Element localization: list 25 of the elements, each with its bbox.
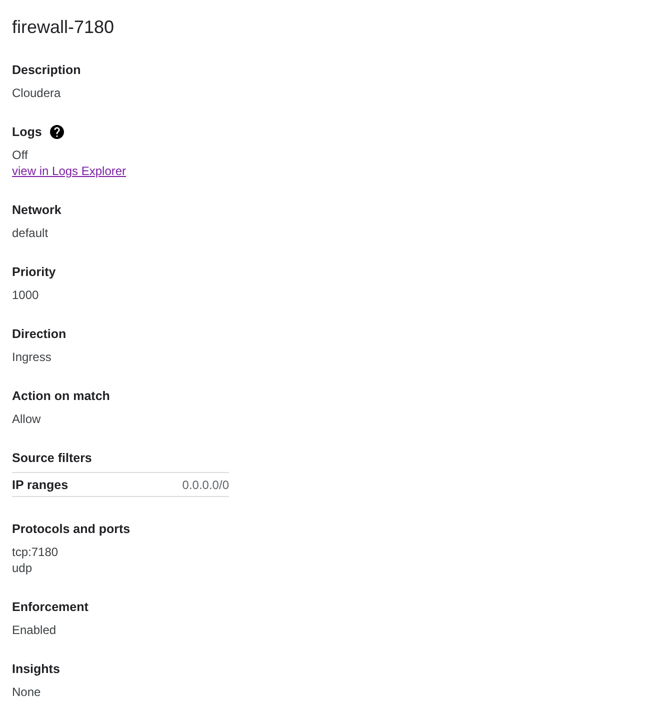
field-label: Priority bbox=[12, 264, 56, 281]
field-value: Cloudera bbox=[12, 85, 61, 101]
field-label: Action on match bbox=[12, 388, 110, 405]
field-label: Description bbox=[12, 62, 81, 79]
filter-value: 0.0.0.0/0 bbox=[182, 476, 229, 492]
help-icon[interactable] bbox=[50, 125, 64, 139]
filter-name: IP ranges bbox=[12, 476, 68, 492]
field-value: Ingress bbox=[12, 349, 52, 365]
field-value: tcp:7180 bbox=[12, 544, 58, 560]
page-title: firewall-7180 bbox=[12, 16, 114, 38]
field-value: Enabled bbox=[12, 622, 56, 638]
field-label: Enforcement bbox=[12, 599, 88, 616]
field-value: default bbox=[12, 225, 48, 241]
field-label: Protocols and ports bbox=[12, 521, 130, 538]
field-value: udp bbox=[12, 560, 32, 576]
field-label: Direction bbox=[12, 326, 66, 343]
field-value: 1000 bbox=[12, 287, 39, 303]
field-value: Off bbox=[12, 147, 28, 163]
field-value: None bbox=[12, 684, 41, 700]
logs-explorer-link[interactable]: view in Logs Explorer bbox=[12, 163, 126, 179]
field-label: Source filters bbox=[12, 450, 92, 467]
field-value: Allow bbox=[12, 411, 41, 427]
field-label: Network bbox=[12, 202, 62, 219]
field-label: Insights bbox=[12, 661, 60, 678]
field-label: Logs bbox=[12, 124, 42, 141]
